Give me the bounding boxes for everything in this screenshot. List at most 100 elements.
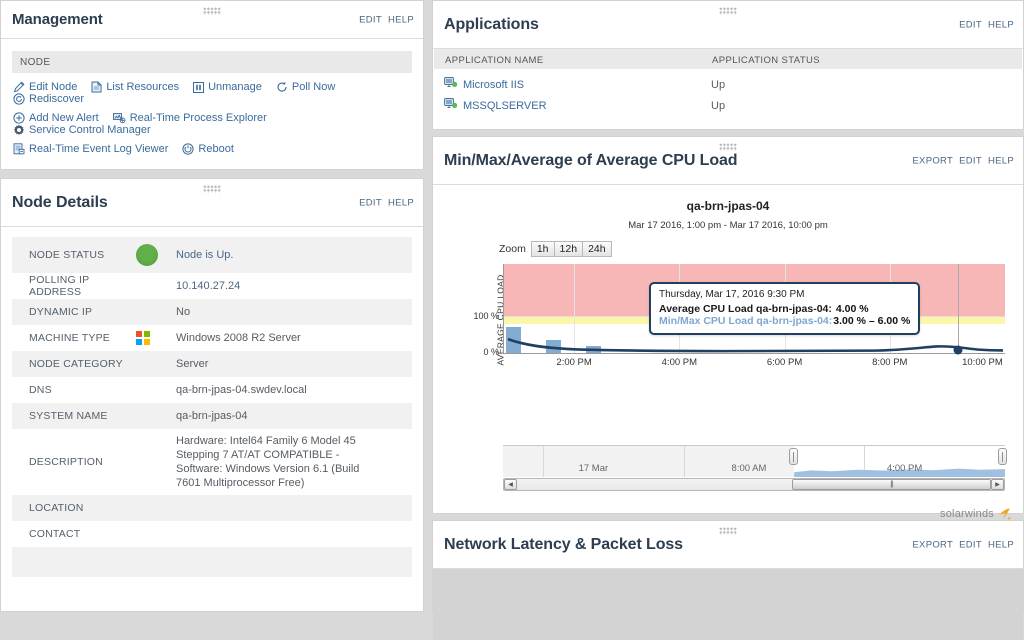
- action-list-resources-label: List Resources: [106, 81, 179, 93]
- row-label: DESCRIPTION: [12, 456, 136, 468]
- zoom-button-12h[interactable]: 12h: [554, 241, 583, 257]
- scroll-right-button[interactable]: ▶: [991, 479, 1004, 490]
- drag-grip-icon[interactable]: [203, 185, 221, 193]
- table-row: CONTACT: [12, 521, 412, 547]
- x-tick-label: 6:00 PM: [767, 357, 802, 368]
- zoom-button-1h[interactable]: 1h: [531, 241, 554, 257]
- applications-edit-link[interactable]: EDIT: [959, 19, 982, 30]
- table-row: MACHINE TYPE Windows 2008 R2 Server: [12, 325, 412, 351]
- management-edit-link[interactable]: EDIT: [359, 14, 382, 25]
- navigator-tick-label: 4:00 PM: [887, 463, 922, 474]
- cpu-help-link[interactable]: HELP: [988, 155, 1014, 166]
- plus-circle-icon: [13, 112, 25, 124]
- action-real-time-event-log-viewer-label: Real-Time Event Log Viewer: [29, 143, 168, 155]
- network-latency-panel-header: Network Latency & Packet Loss EXPORT EDI…: [433, 521, 1023, 569]
- action-add-new-alert-label: Add New Alert: [29, 112, 99, 124]
- drag-grip-icon[interactable]: [719, 7, 737, 15]
- cpu-export-link[interactable]: EXPORT: [912, 155, 953, 166]
- row-label: MACHINE TYPE: [12, 332, 136, 344]
- scrollbar-track[interactable]: |||: [517, 479, 991, 490]
- navigator-handle-left[interactable]: [789, 448, 798, 465]
- row-value: Windows 2008 R2 Server: [176, 331, 309, 345]
- row-label: DYNAMIC IP: [12, 306, 136, 318]
- table-row: SYSTEM NAME qa-brn-jpas-04: [12, 403, 412, 429]
- management-header-links: EDIT HELP: [359, 14, 414, 25]
- table-row: NODE STATUS Node is Up.: [12, 237, 412, 273]
- network-latency-help-link[interactable]: HELP: [988, 539, 1014, 550]
- node-details-table: NODE STATUS Node is Up. POLLING IP ADDRE…: [1, 227, 423, 577]
- action-reboot[interactable]: Reboot: [182, 143, 233, 155]
- action-real-time-process-explorer[interactable]: Real-Time Process Explorer: [113, 112, 267, 124]
- action-reboot-label: Reboot: [198, 143, 233, 155]
- navigator-divider: [543, 446, 544, 477]
- navigator-handle-right[interactable]: [998, 448, 1007, 465]
- network-latency-header-links: EXPORT EDIT HELP: [912, 539, 1014, 550]
- chart-subtitle: Mar 17 2016, 1:00 pm - Mar 17 2016, 10:0…: [433, 220, 1023, 231]
- drag-grip-icon[interactable]: [719, 143, 737, 151]
- row-label: SYSTEM NAME: [12, 410, 136, 422]
- table-row: DESCRIPTION Hardware: Intel64 Family 6 M…: [12, 429, 412, 495]
- zoom-button-24h[interactable]: 24h: [582, 241, 612, 257]
- cpu-panel-title: Min/Max/Average of Average CPU Load: [433, 152, 737, 170]
- application-status-value: Up: [711, 100, 725, 112]
- action-rediscover[interactable]: Rediscover: [13, 93, 84, 105]
- app-monitor-icon: [444, 98, 458, 113]
- chart-plot-area[interactable]: 2:00 PM 4:00 PM 6:00 PM 8:00 PM 10:00 PM…: [503, 264, 1005, 354]
- process-explorer-icon: [113, 112, 126, 124]
- navigator-scrollbar[interactable]: ◀ ||| ▶: [503, 478, 1005, 491]
- action-poll-now-label: Poll Now: [292, 81, 335, 93]
- action-poll-now[interactable]: Poll Now: [276, 81, 335, 93]
- network-latency-export-link[interactable]: EXPORT: [912, 539, 953, 550]
- row-value: qa-brn-jpas-04.swdev.local: [176, 383, 315, 397]
- x-tick-label: 4:00 PM: [662, 357, 697, 368]
- node-details-panel: Node Details EDIT HELP NODE STATUS Node …: [0, 178, 424, 612]
- action-unmanage-label: Unmanage: [208, 81, 262, 93]
- cpu-edit-link[interactable]: EDIT: [959, 155, 982, 166]
- row-label: DNS: [12, 384, 136, 396]
- column-header-application-name: APPLICATION NAME: [445, 55, 544, 66]
- node-details-edit-link[interactable]: EDIT: [359, 197, 382, 208]
- chart-navigator[interactable]: 17 Mar 8:00 AM 4:00 PM ◀ ||| ▶: [503, 445, 1005, 491]
- scrollbar-thumb[interactable]: |||: [792, 479, 991, 490]
- power-icon: [182, 143, 194, 155]
- tooltip-row-average: Average CPU Load qa-brn-jpas-04: 4.00 %: [659, 303, 910, 315]
- action-edit-node[interactable]: Edit Node: [13, 81, 77, 93]
- chart-plot-wrapper: AVERAGE CPU LOAD: [443, 264, 1013, 376]
- y-tick-label: 0 %: [483, 347, 499, 357]
- management-actions-row-1: Edit Node List Resources Unmanage: [13, 81, 411, 105]
- tooltip-series-label: Min/Max CPU Load qa-brn-jpas-04:: [659, 315, 832, 327]
- navigator-tick-label: 8:00 AM: [732, 463, 767, 474]
- drag-grip-icon[interactable]: [203, 7, 221, 15]
- application-name-label: MSSQLSERVER: [463, 100, 547, 112]
- windows-logo-icon: [136, 331, 176, 345]
- row-label: NODE STATUS: [12, 249, 136, 261]
- management-help-link[interactable]: HELP: [388, 14, 414, 25]
- application-link-microsoft-iis[interactable]: Microsoft IIS: [433, 77, 711, 92]
- applications-help-link[interactable]: HELP: [988, 19, 1014, 30]
- node-details-panel-title: Node Details: [1, 194, 108, 212]
- cpu-header-links: EXPORT EDIT HELP: [912, 155, 1014, 166]
- row-value[interactable]: Node is Up.: [176, 248, 241, 262]
- application-status-value: Up: [711, 79, 725, 91]
- cpu-panel-header: Min/Max/Average of Average CPU Load EXPO…: [433, 137, 1023, 185]
- rediscover-icon: [13, 93, 25, 105]
- node-details-help-link[interactable]: HELP: [388, 197, 414, 208]
- application-link-mssqlserver[interactable]: MSSQLSERVER: [433, 98, 711, 113]
- network-latency-edit-link[interactable]: EDIT: [959, 539, 982, 550]
- action-real-time-event-log-viewer[interactable]: Real-Time Event Log Viewer: [13, 143, 168, 155]
- row-value[interactable]: 10.140.27.24: [176, 279, 248, 293]
- action-list-resources[interactable]: List Resources: [91, 81, 179, 93]
- action-unmanage[interactable]: Unmanage: [193, 81, 262, 93]
- action-add-new-alert[interactable]: Add New Alert: [13, 112, 99, 124]
- solarwinds-logo: solarwinds: [940, 507, 1011, 520]
- app-monitor-icon: [444, 77, 458, 92]
- row-value: qa-brn-jpas-04: [176, 409, 256, 423]
- solarwinds-flame-icon: [996, 507, 1011, 520]
- row-label: NODE CATEGORY: [12, 358, 136, 370]
- document-icon: [91, 81, 102, 93]
- management-panel-header: Management EDIT HELP: [1, 1, 423, 39]
- drag-grip-icon[interactable]: [719, 527, 737, 535]
- action-service-control-manager[interactable]: Service Control Manager: [13, 124, 151, 136]
- scroll-left-button[interactable]: ◀: [504, 479, 517, 490]
- chart-point-marker[interactable]: [953, 346, 962, 355]
